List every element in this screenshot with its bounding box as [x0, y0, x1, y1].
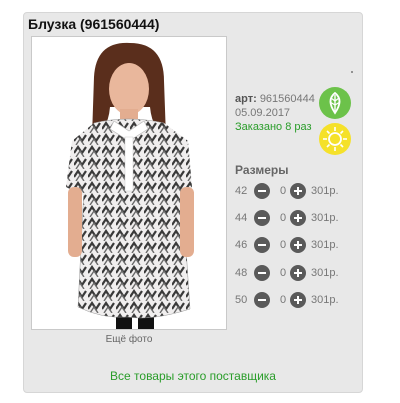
sun-icon: [319, 123, 351, 155]
size-price: 301р.: [311, 294, 339, 306]
size-row: 48 0 301р.: [235, 264, 345, 282]
size-label: 44: [235, 212, 248, 224]
size-label: 42: [235, 185, 248, 197]
size-price: 301р.: [311, 239, 339, 251]
plus-button[interactable]: [290, 265, 306, 281]
product-image: [32, 37, 226, 329]
plus-button[interactable]: [290, 183, 306, 199]
article-label: арт:: [235, 93, 257, 105]
size-row: 42 0 301р.: [235, 182, 345, 200]
decorative-dot: [351, 71, 353, 73]
plus-button[interactable]: [290, 292, 306, 308]
article-value: 961560444: [259, 93, 315, 105]
size-price: 301р.: [311, 212, 339, 224]
size-price: 301р.: [311, 185, 339, 197]
quantity-value: 0: [279, 267, 287, 279]
order-count: Заказано 8 раз: [235, 121, 312, 133]
size-label: 48: [235, 267, 248, 279]
supplier-products-link[interactable]: Все товары этого поставщика: [23, 369, 363, 383]
quantity-value: 0: [279, 185, 287, 197]
size-row: 46 0 301р.: [235, 236, 345, 254]
leaf-icon: [319, 87, 351, 119]
plus-button[interactable]: [290, 210, 306, 226]
size-row: 50 0 301р.: [235, 291, 345, 309]
minus-button[interactable]: [254, 210, 270, 226]
minus-button[interactable]: [254, 265, 270, 281]
article-number: арт: 961560444: [235, 93, 315, 105]
size-label: 46: [235, 239, 248, 251]
minus-button[interactable]: [254, 183, 270, 199]
sizes-heading: Размеры: [235, 163, 289, 177]
quantity-value: 0: [279, 212, 287, 224]
more-photos-link[interactable]: Ещё фото: [31, 334, 227, 345]
minus-button[interactable]: [254, 237, 270, 253]
quantity-value: 0: [279, 294, 287, 306]
size-label: 50: [235, 294, 248, 306]
size-row: 44 0 301р.: [235, 209, 345, 227]
plus-button[interactable]: [290, 237, 306, 253]
minus-button[interactable]: [254, 292, 270, 308]
size-price: 301р.: [311, 267, 339, 279]
product-date: 05.09.2017: [235, 107, 291, 119]
product-title: Блузка (961560444): [28, 16, 160, 32]
product-photo[interactable]: [31, 36, 227, 330]
quantity-value: 0: [279, 239, 287, 251]
